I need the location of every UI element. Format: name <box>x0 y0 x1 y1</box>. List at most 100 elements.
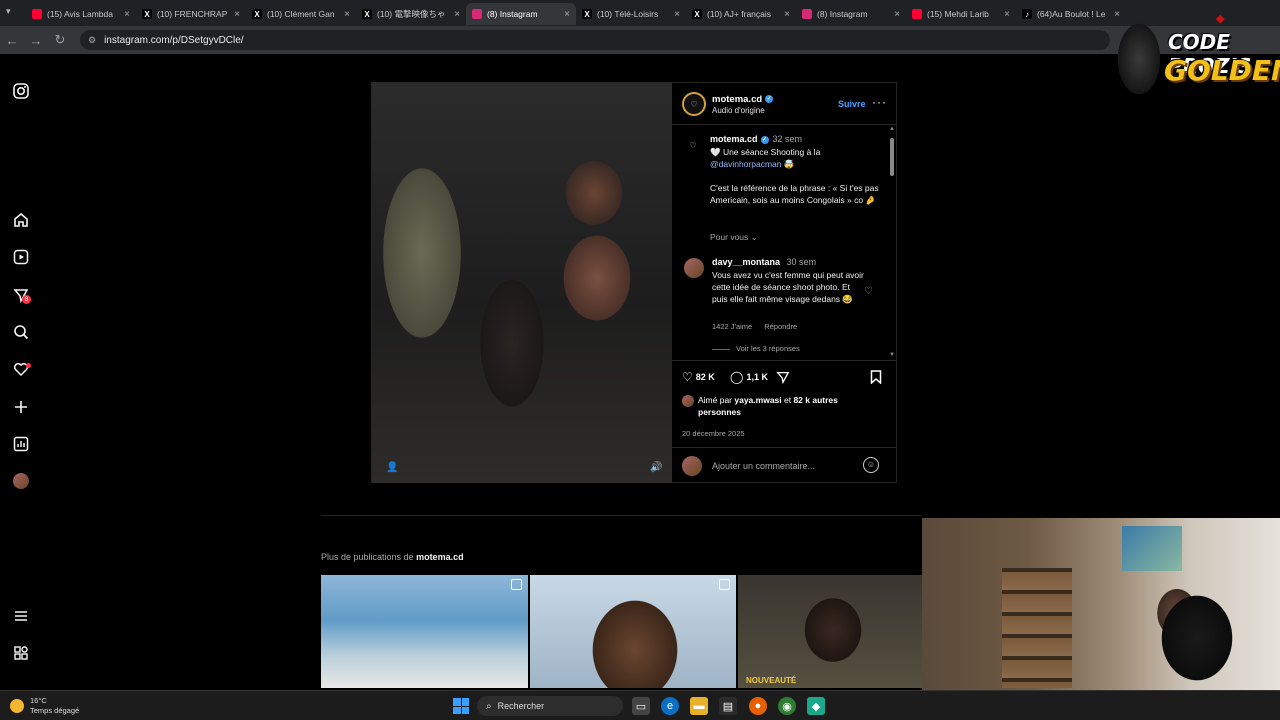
comments-scrollbar[interactable]: ▲ ▼ <box>889 126 895 360</box>
tab-title: (10) Télé-Loisirs <box>597 9 659 19</box>
browser-tab[interactable]: (15) Mehdi Larib × <box>906 3 1016 25</box>
tab-close-icon[interactable]: × <box>674 9 680 20</box>
emoji-picker-icon[interactable]: ☺ <box>863 457 879 473</box>
caption-line-1: 🤍 Une séance Shooting à la <box>710 146 882 158</box>
comment-likes[interactable]: 1422 J'aime <box>712 322 752 331</box>
browser-tab[interactable]: (15) Avis Lambda × <box>26 3 136 25</box>
dashboard-icon[interactable] <box>12 435 30 453</box>
like-heart-icon[interactable]: ♡ <box>682 370 693 384</box>
save-bookmark-icon[interactable] <box>870 370 882 384</box>
more-post-thumbnail-3[interactable]: NOUVEAUTÉ <box>738 575 922 688</box>
browser-tab[interactable]: X (10) FRENCHRAP × <box>136 3 246 25</box>
more-post-thumbnail-1[interactable] <box>321 575 528 688</box>
author-username-text[interactable]: motema.cd <box>712 94 762 105</box>
comment-action[interactable]: ◯ 1,1 K <box>730 370 768 384</box>
temperature: 16°C <box>30 696 47 705</box>
firefox-icon[interactable]: ● <box>749 697 767 715</box>
reload-icon[interactable]: ↻ <box>48 32 72 48</box>
file-explorer-icon[interactable]: ▬ <box>690 697 708 715</box>
app-icon[interactable]: ◆ <box>807 697 825 715</box>
profile-avatar[interactable] <box>13 473 29 489</box>
follow-button[interactable]: Suivre <box>838 99 866 109</box>
comments-count[interactable]: 1,1 K <box>746 372 768 382</box>
comment-username[interactable]: davy__montana <box>712 257 780 267</box>
tab-close-icon[interactable]: × <box>454 9 460 20</box>
browser-tab[interactable]: (8) Instagram × <box>796 3 906 25</box>
caption-time: 32 sem <box>772 134 803 144</box>
store-icon[interactable]: ▤ <box>719 697 737 715</box>
scroll-up-icon[interactable]: ▲ <box>889 126 895 132</box>
author-avatar[interactable]: ♡ <box>682 92 706 116</box>
post-actions: ♡ 82 K ◯ 1,1 K Aimé par yaya.mwasi et 82 k… <box>672 360 897 446</box>
browser-tab[interactable]: X (10) 電撃映像ちゃ × <box>356 3 466 25</box>
url-text: instagram.com/p/DSetgyvDCle/ <box>104 34 244 46</box>
edge-icon[interactable]: e <box>661 697 679 715</box>
tagged-people-icon[interactable]: 👤 <box>386 462 398 473</box>
caption-emoji: 🤯 <box>781 159 795 169</box>
create-plus-icon[interactable] <box>12 398 30 416</box>
reply-link[interactable]: Répondre <box>764 322 797 331</box>
post-photo[interactable]: 👤 🔊 <box>372 83 672 483</box>
translation-label[interactable]: Pour vous <box>710 232 748 242</box>
more-post-thumbnail-2[interactable] <box>530 575 736 688</box>
more-options-icon[interactable]: ··· <box>872 95 887 109</box>
browser-tab[interactable]: (8) Instagram × <box>466 3 576 25</box>
like-action[interactable]: ♡ 82 K <box>682 370 715 384</box>
tab-title: (15) Mehdi Larib <box>927 9 989 19</box>
scroll-down-icon[interactable]: ▼ <box>889 352 895 358</box>
more-posts-username[interactable]: motema.cd <box>416 552 464 562</box>
chrome-icon[interactable]: ◉ <box>778 697 796 715</box>
forward-icon[interactable]: → <box>24 33 48 48</box>
comment-bubble-icon[interactable]: ◯ <box>730 370 743 384</box>
caption-mention-link[interactable]: @davinhorpacman <box>710 159 781 169</box>
tab-list-icon[interactable]: ▾ <box>6 6 11 17</box>
home-icon[interactable] <box>12 211 30 229</box>
browser-tab[interactable]: X (10) AJ+ français × <box>686 3 796 25</box>
task-view-icon[interactable]: ▭ <box>632 697 650 715</box>
liked-by-user[interactable]: yaya.mwasi <box>734 395 781 405</box>
view-replies-link[interactable]: Voir les 3 réponses <box>712 344 800 353</box>
caption-avatar[interactable]: ♡ <box>684 136 702 154</box>
windows-start-icon[interactable] <box>453 698 469 714</box>
caption-header: motema.cd ✓ 32 sem <box>710 134 802 144</box>
share-icon[interactable] <box>776 370 790 384</box>
caption-line-1-text: 🤍 Une séance Shooting à la <box>710 147 821 157</box>
tab-close-icon[interactable]: × <box>344 9 350 20</box>
add-comment-input[interactable]: Ajouter un commentaire... <box>712 461 815 471</box>
scrollbar-thumb[interactable] <box>890 138 894 176</box>
tab-close-icon[interactable]: × <box>124 9 130 20</box>
author-username[interactable]: motema.cd ✓ <box>712 94 774 105</box>
webcam-bookshelf <box>1002 568 1072 688</box>
comments-list: ♡ motema.cd ✓ 32 sem 🤍 Une séance Shooting… <box>672 126 897 358</box>
translation-toggle[interactable]: Pour vous ⌄ <box>710 232 758 243</box>
post-date[interactable]: 20 décembre 2025 <box>682 429 745 438</box>
commenter-avatar[interactable] <box>684 258 704 278</box>
tab-close-icon[interactable]: × <box>1004 9 1010 20</box>
thumbnail-caption: NOUVEAUTÉ <box>746 676 797 685</box>
search-icon[interactable] <box>12 323 30 341</box>
comment-like-icon[interactable]: ♡ <box>864 286 873 297</box>
tab-close-icon[interactable]: × <box>234 9 240 20</box>
reels-icon[interactable] <box>12 248 30 266</box>
menu-icon[interactable] <box>12 607 30 625</box>
reel-icon <box>719 579 730 590</box>
audio-label[interactable]: Audio d'origine <box>712 106 765 115</box>
tab-close-icon[interactable]: × <box>784 9 790 20</box>
site-info-icon[interactable]: ⚙ <box>88 35 96 46</box>
taskbar-search[interactable]: ⌕ Rechercher <box>477 696 623 716</box>
tab-close-icon[interactable]: × <box>894 9 900 20</box>
weather-sun-icon <box>10 699 24 713</box>
back-icon[interactable]: ← <box>0 33 24 48</box>
audio-icon[interactable]: 🔊 <box>650 462 662 473</box>
url-field[interactable]: ⚙ instagram.com/p/DSetgyvDCle/ <box>80 30 1110 50</box>
browser-tab[interactable]: X (10) Télé-Loisirs × <box>576 3 686 25</box>
likes-count[interactable]: 82 K <box>696 372 715 382</box>
liker-avatar[interactable] <box>682 395 694 407</box>
weather-widget[interactable]: 16°C Temps dégagé <box>10 696 79 716</box>
also-from-meta-icon[interactable] <box>12 644 30 662</box>
caption-username[interactable]: motema.cd <box>710 134 758 144</box>
browser-tab[interactable]: X (10) Clément Gan × <box>246 3 356 25</box>
instagram-logo-icon[interactable] <box>12 82 30 100</box>
current-user-avatar <box>682 456 702 476</box>
tab-close-icon[interactable]: × <box>564 9 570 20</box>
